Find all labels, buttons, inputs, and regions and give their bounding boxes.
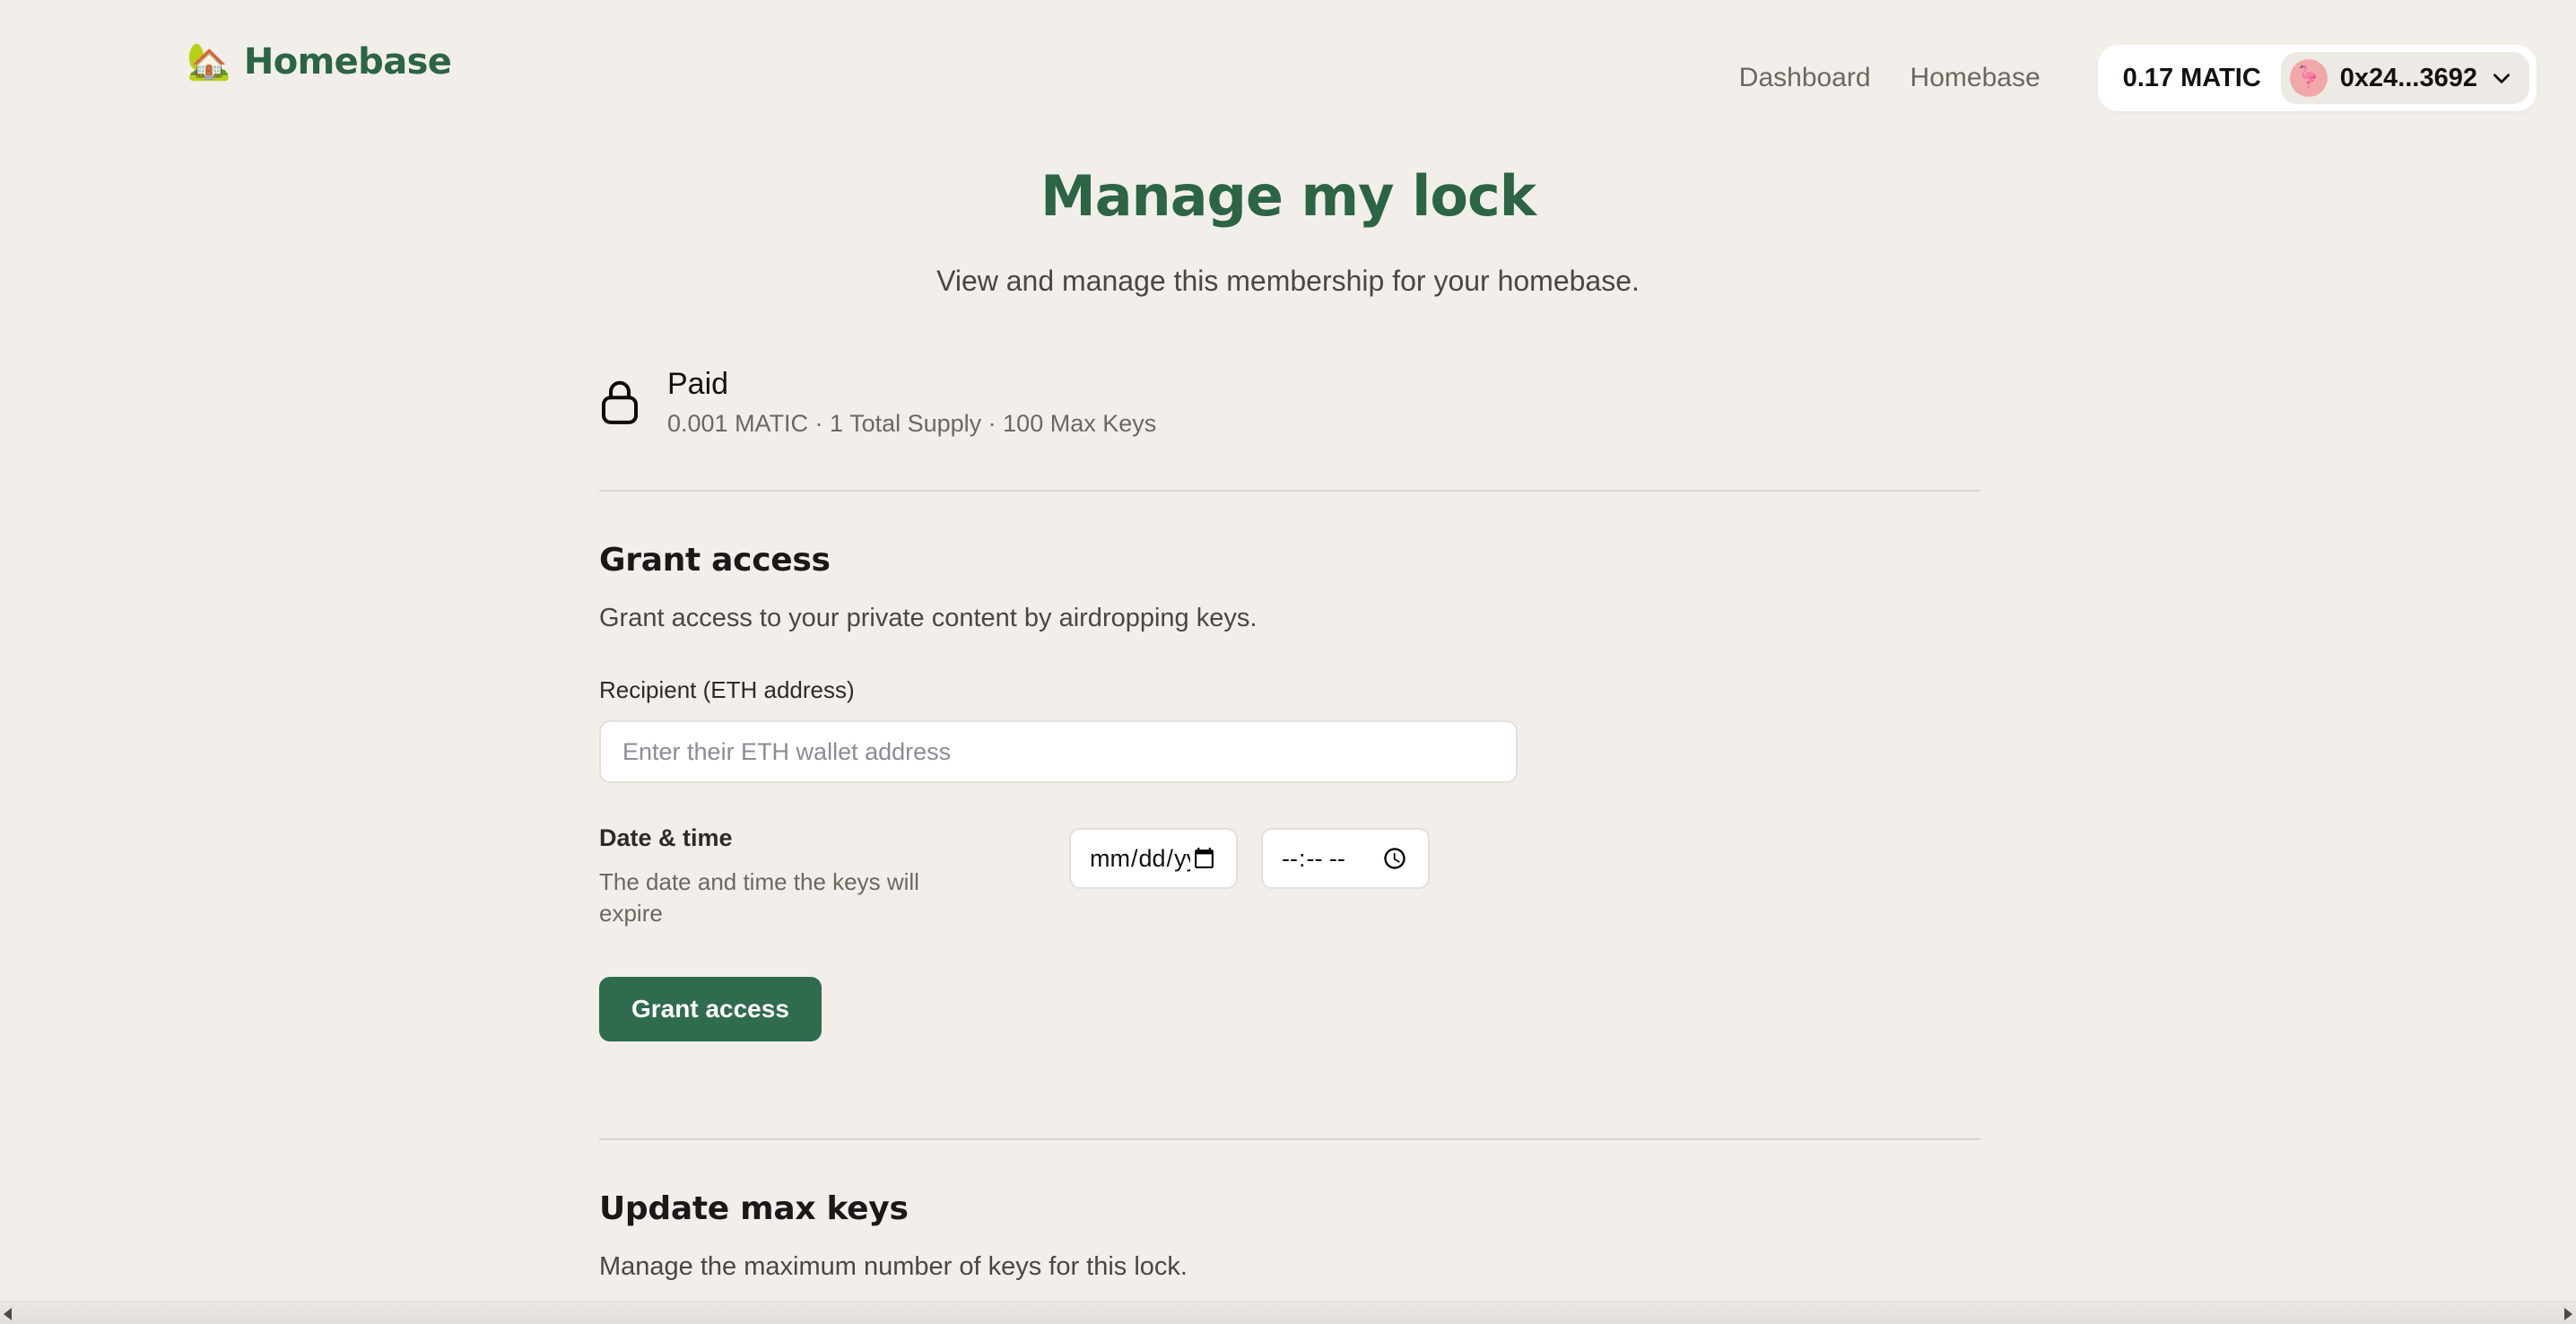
nav-right-group: Dashboard Homebase 0.17 MATIC 🦩 0x24...3… bbox=[1719, 41, 2537, 111]
datetime-inputs bbox=[1069, 824, 1430, 890]
recipient-label: Recipient (ETH address) bbox=[599, 676, 855, 704]
flamingo-icon: 🦩 bbox=[2294, 65, 2322, 90]
wallet-widget[interactable]: 0.17 MATIC 🦩 0x24...3692 bbox=[2097, 45, 2537, 111]
update-max-keys-section: Update max keys Manage the maximum numbe… bbox=[599, 1140, 1979, 1282]
lock-meta: 0.001 MATIC · 1 Total Supply · 100 Max K… bbox=[667, 410, 1157, 438]
grant-access-section: Grant access Grant access to your privat… bbox=[599, 492, 1979, 1041]
page-subtitle: View and manage this membership for your… bbox=[936, 265, 1640, 297]
main-content: Paid 0.001 MATIC · 1 Total Supply · 100 … bbox=[597, 367, 1980, 1282]
lock-summary-text: Paid 0.001 MATIC · 1 Total Supply · 100 … bbox=[667, 367, 1157, 438]
scroll-left-arrow-icon[interactable] bbox=[4, 1308, 12, 1320]
wallet-address: 0x24...3692 bbox=[2339, 63, 2477, 92]
house-with-garden-icon: 🏡 bbox=[187, 42, 231, 82]
lock-icon bbox=[601, 380, 639, 425]
lock-summary: Paid 0.001 MATIC · 1 Total Supply · 100 … bbox=[599, 367, 1979, 438]
expiry-time-input[interactable] bbox=[1261, 828, 1430, 890]
update-max-keys-description: Manage the maximum number of keys for th… bbox=[599, 1251, 1188, 1281]
recipient-input[interactable] bbox=[599, 720, 1518, 784]
grant-access-button[interactable]: Grant access bbox=[599, 976, 822, 1041]
grant-access-title: Grant access bbox=[599, 542, 831, 579]
grant-access-description: Grant access to your private content by … bbox=[599, 604, 1258, 633]
datetime-label: Date & time bbox=[599, 824, 733, 852]
datetime-field-row: Date & time The date and time the keys w… bbox=[599, 824, 1979, 929]
avatar: 🦩 bbox=[2289, 59, 2328, 97]
chevron-down-icon bbox=[2493, 74, 2510, 83]
wallet-account-button[interactable]: 🦩 0x24...3692 bbox=[2280, 52, 2529, 104]
datetime-help-text: The date and time the keys will expire bbox=[599, 868, 919, 928]
brand-name: Homebase bbox=[243, 41, 452, 83]
nav-link-dashboard[interactable]: Dashboard bbox=[1719, 63, 1891, 93]
top-navigation-bar: 🏡 Homebase Dashboard Homebase 0.17 MATIC… bbox=[0, 0, 2576, 158]
wallet-balance: 0.17 MATIC bbox=[2122, 63, 2261, 92]
horizontal-scrollbar[interactable] bbox=[0, 1301, 2576, 1324]
lock-name: Paid bbox=[667, 367, 729, 401]
brand-logo-link[interactable]: 🏡 Homebase bbox=[187, 41, 452, 83]
nav-link-homebase[interactable]: Homebase bbox=[1891, 63, 2060, 93]
page-title: Manage my lock bbox=[1040, 163, 1536, 229]
update-max-keys-title: Update max keys bbox=[599, 1189, 909, 1227]
expiry-date-input[interactable] bbox=[1069, 828, 1238, 890]
datetime-label-group: Date & time The date and time the keys w… bbox=[599, 824, 1069, 929]
page-header: Manage my lock View and manage this memb… bbox=[0, 163, 2576, 298]
scroll-right-arrow-icon[interactable] bbox=[2564, 1308, 2572, 1320]
